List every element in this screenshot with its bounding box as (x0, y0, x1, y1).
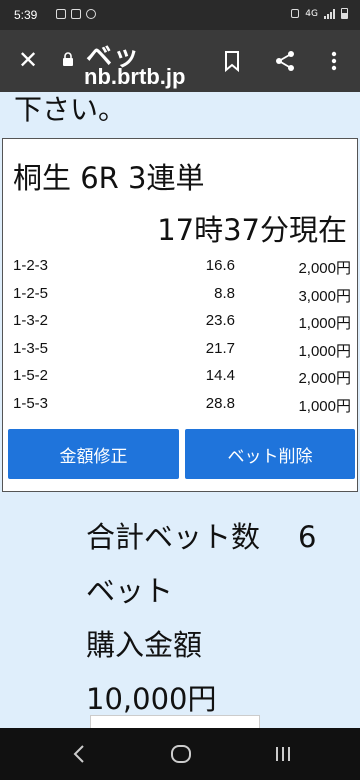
system-icons: 4G (291, 8, 348, 19)
race-title: 桐生 6R 3連単 (13, 161, 205, 195)
bet-combination: 1-5-2 (13, 367, 49, 385)
bet-amount: 3,000円 (298, 287, 351, 305)
bet-amount: 1,000円 (298, 342, 351, 360)
page-url[interactable]: nb.brtb.jp (84, 64, 185, 90)
browser-app-bar: ✕ ベッ nb.brtb.jp (0, 30, 360, 92)
bet-amount: 2,000円 (298, 260, 351, 277)
network-type: 4G (305, 8, 318, 19)
bet-row: 1-3-5 21.7 1,000円 (3, 336, 357, 364)
bet-row: 1-3-2 23.6 1,000円 (3, 308, 357, 336)
next-section-peek (90, 715, 260, 729)
signal-icon (324, 8, 335, 19)
alarm-icon (291, 9, 300, 18)
notification-icons (56, 9, 96, 19)
home-icon[interactable] (167, 740, 195, 768)
fix-amount-button[interactable]: 金額修正 (8, 429, 179, 479)
status-time: 5:39 (14, 8, 38, 22)
total-bets-value: 6 (298, 520, 317, 554)
close-icon[interactable]: ✕ (14, 46, 42, 74)
bet-row: 1-2-5 8.8 3,000円 (3, 281, 357, 309)
bet-amount: 2,000円 (298, 370, 351, 388)
bet-odds: 16.6 (205, 257, 235, 274)
bet-combination: 1-3-5 (13, 339, 49, 357)
bet-amount: 1,000円 (298, 397, 351, 415)
bet-odds: 21.7 (205, 339, 235, 357)
total-bets-unit: ベット (86, 574, 174, 608)
battery-icon (341, 8, 348, 19)
total-bets-label: 合計ベット数 (86, 520, 261, 554)
bet-combination: 1-3-2 (13, 312, 49, 330)
previous-text: 下さい。 (14, 93, 127, 126)
bet-odds: 14.4 (205, 367, 235, 385)
odds-timestamp: 17時37分現在 (157, 213, 347, 247)
recent-apps-icon[interactable] (269, 740, 297, 768)
bet-list: 1-2-3 16.6 2,000円 1-2-5 8.8 3,000円 1-3-2… (3, 253, 357, 419)
bet-row: 1-5-3 28.8 1,000円 (3, 391, 357, 419)
bet-summary: 合計ベット数 6 ベット 購入金額 10,000円 (86, 510, 316, 726)
android-nav-bar (0, 728, 360, 780)
lock-icon (63, 52, 73, 66)
back-icon[interactable] (66, 740, 94, 768)
bet-row: 1-2-3 16.6 2,000円 (3, 253, 357, 281)
bet-card: 桐生 6R 3連単 17時37分現在 1-2-3 16.6 2,000円 1-2… (2, 138, 358, 492)
bookmark-icon[interactable] (219, 48, 245, 74)
bet-combination: 1-5-3 (13, 394, 49, 412)
facebook-notification-icon (71, 9, 81, 19)
bet-odds: 23.6 (205, 312, 235, 330)
gallery-notification-icon (56, 9, 66, 19)
delete-bet-button[interactable]: ベット削除 (185, 429, 355, 479)
bet-combination: 1-2-3 (13, 257, 49, 274)
total-bets-line: 合計ベット数 6 (86, 510, 316, 564)
bet-combination: 1-2-5 (13, 284, 49, 302)
bet-row: 1-5-2 14.4 2,000円 (3, 363, 357, 391)
purchase-label: 購入金額 (86, 628, 203, 662)
bet-amount: 1,000円 (298, 315, 351, 333)
bet-odds: 28.8 (205, 394, 235, 412)
app-notification-icon (86, 9, 96, 19)
more-vert-icon[interactable] (321, 48, 347, 74)
status-bar: 5:39 4G (0, 0, 360, 30)
bet-odds: 8.8 (214, 284, 235, 302)
share-icon[interactable] (272, 48, 298, 74)
